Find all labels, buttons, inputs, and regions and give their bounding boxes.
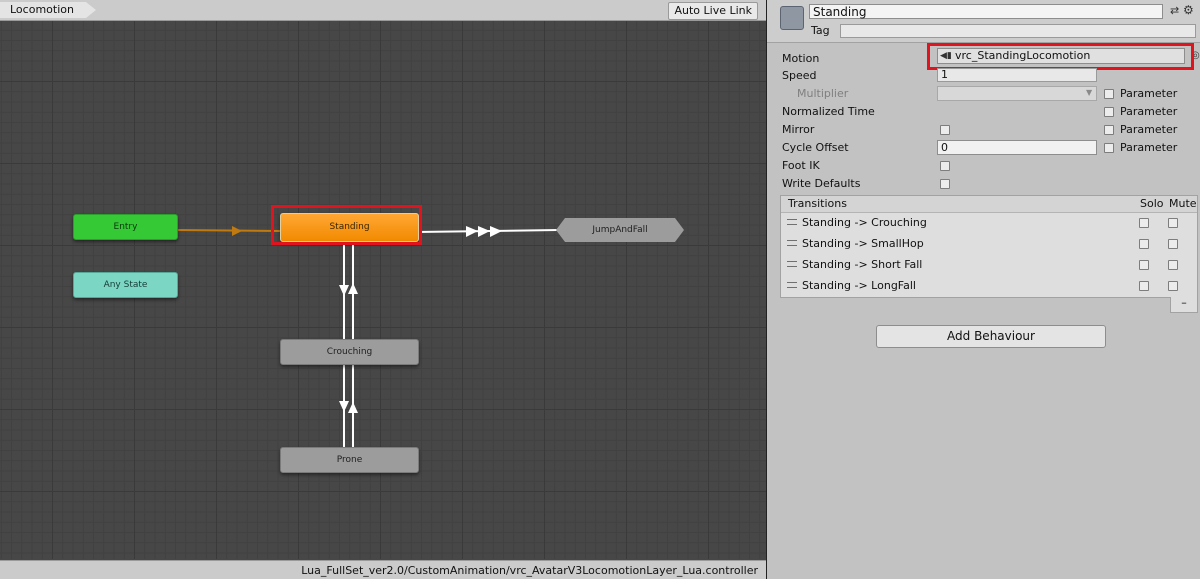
entry-to-standing-arrow <box>232 226 242 236</box>
state-name-field[interactable]: Standing <box>809 4 1163 19</box>
transition-row[interactable]: Standing -> Crouching <box>781 213 1197 234</box>
mute-checkbox[interactable] <box>1168 239 1178 249</box>
gear-icon[interactable]: ⚙ <box>1183 3 1195 17</box>
transition-row[interactable]: Standing -> Short Fall <box>781 255 1197 276</box>
solo-checkbox[interactable] <box>1139 239 1149 249</box>
normalized-time-label: Normalized Time <box>782 105 875 118</box>
transition-label: Standing -> Short Fall <box>802 258 923 271</box>
transition-label: Standing -> SmallHop <box>802 237 924 250</box>
solo-checkbox[interactable] <box>1139 260 1149 270</box>
add-behaviour-button[interactable]: Add Behaviour <box>876 325 1106 348</box>
transitions-list: Transitions Solo Mute Standing -> Crouch… <box>780 195 1198 298</box>
write-defaults-label: Write Defaults <box>782 177 861 190</box>
state-node-crouching[interactable]: Crouching <box>280 339 419 365</box>
crouching-to-standing-arrow <box>348 283 358 294</box>
transition-row[interactable]: Standing -> SmallHop <box>781 234 1197 255</box>
transitions-header: Transitions Solo Mute <box>781 196 1197 213</box>
standing-highlight-box <box>271 205 422 245</box>
state-node-any-state[interactable]: Any State <box>73 272 178 298</box>
mute-checkbox[interactable] <box>1168 260 1178 270</box>
mute-checkbox[interactable] <box>1168 281 1178 291</box>
inspector-header: Standing ⇄ ⚙ Tag <box>767 0 1200 43</box>
multiplier-label: Multiplier <box>797 87 849 100</box>
solo-checkbox[interactable] <box>1139 218 1149 228</box>
write-defaults-checkbox[interactable] <box>940 179 950 189</box>
mute-checkbox[interactable] <box>1168 218 1178 228</box>
transition-label: Standing -> Crouching <box>802 216 927 229</box>
transitions-title: Transitions <box>788 197 847 210</box>
breadcrumb-locomotion[interactable]: Locomotion <box>0 2 96 18</box>
standing-to-jump-arrow-2 <box>478 226 490 237</box>
standing-to-crouching-arrow <box>339 285 349 296</box>
motion-highlight-box <box>927 43 1194 70</box>
solo-column-label: Solo <box>1140 197 1164 210</box>
asset-path-bar: Lua_FullSet_ver2.0/CustomAnimation/vrc_A… <box>0 560 766 579</box>
speed-label: Speed <box>782 69 817 82</box>
foot-ik-checkbox[interactable] <box>940 161 950 171</box>
foot-ik-label: Foot IK <box>782 159 820 172</box>
animator-state-icon <box>780 6 804 30</box>
motion-label: Motion <box>782 52 820 65</box>
chevron-down-icon: ▼ <box>1086 88 1093 97</box>
multiplier-parameter-label: Parameter <box>1120 87 1178 100</box>
sub-state-machine-jump-and-fall[interactable]: JumpAndFall <box>556 218 684 242</box>
normalized-time-parameter-label: Parameter <box>1120 105 1178 118</box>
graph-toolbar: Locomotion Auto Live Link <box>0 0 766 21</box>
tag-label: Tag <box>811 24 830 37</box>
multiplier-parameter-checkbox[interactable] <box>1104 89 1114 99</box>
mute-column-label: Mute <box>1169 197 1197 210</box>
transition-label: Standing -> LongFall <box>802 279 916 292</box>
asset-path-text: Lua_FullSet_ver2.0/CustomAnimation/vrc_A… <box>301 564 758 577</box>
mirror-checkbox[interactable] <box>940 125 950 135</box>
tag-field[interactable] <box>840 24 1196 38</box>
normalized-time-parameter-checkbox[interactable] <box>1104 107 1114 117</box>
cycle-offset-field[interactable]: 0 <box>937 140 1097 155</box>
state-node-prone[interactable]: Prone <box>280 447 419 473</box>
cycle-offset-parameter-checkbox[interactable] <box>1104 143 1114 153</box>
mirror-parameter-checkbox[interactable] <box>1104 125 1114 135</box>
animator-graph-panel[interactable]: Entry Any State Standing Crouching Prone… <box>0 0 767 579</box>
prone-to-crouching-arrow <box>348 402 358 413</box>
help-icon[interactable]: ⇄ <box>1170 4 1181 17</box>
cycle-offset-parameter-label: Parameter <box>1120 141 1178 154</box>
standing-to-jump-arrow-3 <box>490 226 502 237</box>
standing-to-jump-arrow-1 <box>466 226 478 237</box>
mirror-parameter-label: Parameter <box>1120 123 1178 136</box>
drag-handle-icon[interactable] <box>787 219 797 225</box>
transition-row[interactable]: Standing -> LongFall <box>781 276 1197 297</box>
state-node-entry[interactable]: Entry <box>73 214 178 240</box>
inspector-panel: Standing ⇄ ⚙ Tag Motion vrc_StandingLoco… <box>767 0 1200 579</box>
speed-field[interactable]: 1 <box>937 68 1097 82</box>
entry-to-standing-edge[interactable] <box>175 229 281 232</box>
drag-handle-icon[interactable] <box>787 240 797 246</box>
auto-live-link-toggle[interactable]: Auto Live Link <box>668 2 758 20</box>
crouching-to-prone-arrow <box>339 401 349 412</box>
solo-checkbox[interactable] <box>1139 281 1149 291</box>
multiplier-parameter-select[interactable] <box>937 86 1097 101</box>
drag-handle-icon[interactable] <box>787 261 797 267</box>
mirror-label: Mirror <box>782 123 815 136</box>
drag-handle-icon[interactable] <box>787 282 797 288</box>
cycle-offset-label: Cycle Offset <box>782 141 849 154</box>
remove-transition-button[interactable]: – <box>1170 297 1198 313</box>
